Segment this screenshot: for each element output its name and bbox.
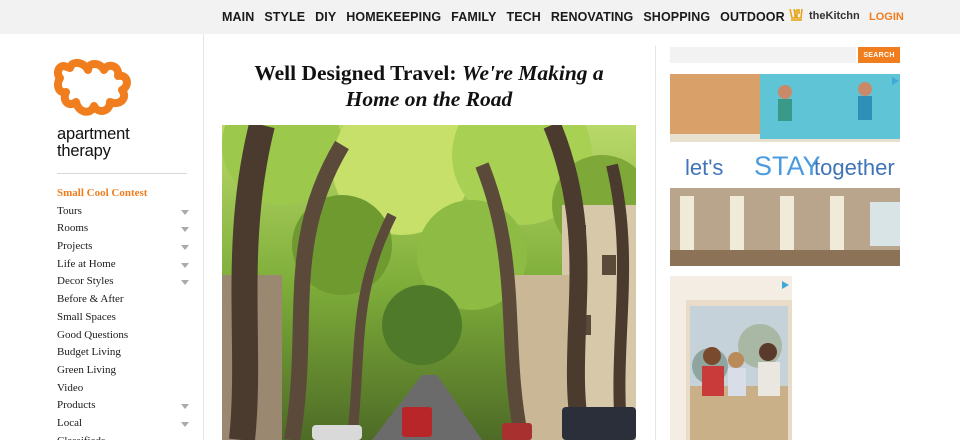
sidebar-item-label: Decor Styles (57, 275, 114, 288)
sidebar-item-video[interactable]: Video (57, 382, 191, 400)
chevron-down-icon[interactable] (181, 421, 189, 427)
nav-shopping[interactable]: SHOPPING (643, 10, 710, 24)
chevron-down-icon[interactable] (181, 209, 189, 215)
kitchn-logo-icon (789, 8, 803, 21)
sidebar-item-label: Projects (57, 240, 93, 253)
resort-ad-image: let's STAY together (670, 74, 900, 266)
nav-main[interactable]: MAIN (222, 10, 254, 24)
ad-text-lets: let's (685, 155, 723, 180)
article-title[interactable]: Well Designed Travel: We're Making a Hom… (222, 60, 636, 112)
sidebar-item-classifieds[interactable]: Classifieds (57, 435, 191, 440)
search-input[interactable] (670, 47, 856, 63)
sidebar-item-label: Video (57, 381, 84, 394)
sidebar-item-label: Products (57, 399, 96, 412)
sidebar-item-before-after[interactable]: Before & After (57, 293, 191, 311)
sidebar-item-tours[interactable]: Tours (57, 205, 191, 223)
title-italic-2: Home on the Road (345, 87, 513, 111)
chevron-down-icon[interactable] (181, 262, 189, 268)
login-link[interactable]: LOGIN (869, 11, 904, 23)
site-logo-text[interactable]: apartment therapy (57, 126, 130, 160)
sidebar-item-budget-living[interactable]: Budget Living (57, 346, 191, 364)
title-italic-1: We're Making a (461, 61, 604, 85)
nav-outdoor[interactable]: OUTDOOR (720, 10, 785, 24)
chevron-down-icon[interactable] (181, 245, 189, 251)
main-nav: MAIN STYLE DIY HOMEKEEPING FAMILY TECH R… (222, 10, 795, 24)
sidebar-menu: Small Cool Contest Tours Rooms Projects Life… (57, 187, 191, 440)
sidebar-item-label: Budget Living (57, 346, 121, 359)
sidebar-item-small-spaces[interactable]: Small Spaces (57, 311, 191, 329)
sidebar-item-life-at-home[interactable]: Life at Home (57, 258, 191, 276)
kitchn-label: theKitchn (809, 10, 860, 22)
sidebar-item-good-questions[interactable]: Good Questions (57, 329, 191, 347)
search-button[interactable]: SEARCH (858, 47, 900, 63)
chevron-down-icon[interactable] (181, 404, 189, 410)
article-photo[interactable] (222, 125, 636, 440)
sidebar-item-label: Good Questions (57, 328, 129, 341)
nav-style[interactable]: STYLE (264, 10, 305, 24)
nav-diy[interactable]: DIY (315, 10, 336, 24)
sidebar-item-label: Green Living (57, 363, 116, 376)
ad-banner-resort[interactable]: let's STAY together (670, 74, 900, 266)
nav-homekeeping[interactable]: HOMEKEEPING (346, 10, 441, 24)
sidebar-item-rooms[interactable]: Rooms (57, 222, 191, 240)
sidebar-item-label: Rooms (57, 222, 89, 235)
kitchn-link[interactable]: theKitchn (788, 6, 860, 24)
chevron-down-icon[interactable] (181, 227, 189, 233)
sidebar-item-label: Before & After (57, 293, 124, 306)
ad-banner-family[interactable] (670, 276, 900, 440)
top-nav-bar: MAIN STYLE DIY HOMEKEEPING FAMILY TECH R… (0, 0, 960, 34)
right-column-divider (655, 46, 656, 440)
chevron-down-icon[interactable] (181, 280, 189, 286)
sidebar-item-decor-styles[interactable]: Decor Styles (57, 275, 191, 293)
sidebar-item-projects[interactable]: Projects (57, 240, 191, 258)
sidebar-item-small-cool-contest[interactable]: Small Cool Contest (57, 187, 191, 205)
ad-text-stay: STAY (754, 151, 821, 181)
left-sidebar: apartment therapy Small Cool Contest Tour… (0, 34, 204, 440)
adchoices-icon[interactable] (890, 76, 900, 86)
nav-family[interactable]: FAMILY (451, 10, 496, 24)
adchoices-icon-2[interactable] (780, 280, 790, 290)
sidebar-item-green-living[interactable]: Green Living (57, 364, 191, 382)
sidebar-item-label: Life at Home (57, 257, 116, 270)
ad-text-together: together (814, 155, 895, 180)
sidebar-item-label: Classifieds (57, 435, 105, 440)
sidebar-item-local[interactable]: Local (57, 417, 191, 435)
nav-renovating[interactable]: RENOVATING (551, 10, 633, 24)
sidebar-item-label: Small Spaces (57, 310, 116, 323)
logo-line-1: apartment (57, 125, 130, 143)
tree-lined-street-photo (222, 125, 636, 440)
title-plain: Well Designed Travel: (254, 61, 462, 85)
logo-line-2: therapy (57, 142, 111, 160)
family-ad-image (670, 276, 900, 440)
logo-divider (57, 173, 187, 174)
sidebar-item-label: Tours (57, 204, 82, 217)
apartment-therapy-logo-icon[interactable] (52, 56, 136, 128)
sidebar-item-label: Local (57, 416, 83, 429)
sidebar-item-label: Small Cool Contest (57, 187, 148, 199)
nav-tech[interactable]: TECH (506, 10, 540, 24)
sidebar-item-products[interactable]: Products (57, 399, 191, 417)
